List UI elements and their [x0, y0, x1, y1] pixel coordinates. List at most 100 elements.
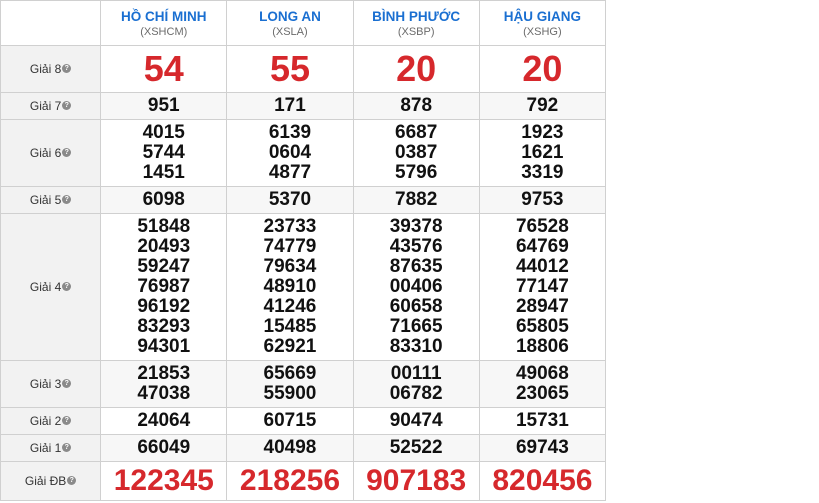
- prize-number: 39378: [389, 216, 443, 237]
- prize-numbers-cell: 55: [226, 45, 354, 93]
- prize-number: 06782: [389, 383, 443, 404]
- prize-number: 96192: [137, 296, 191, 317]
- prize-row: Giải 1? 66049 40498 52522 69743: [0, 434, 607, 462]
- prize-number: 0387: [395, 142, 438, 163]
- prize-number: 15485: [263, 316, 317, 337]
- prize-number: 65805: [515, 316, 569, 337]
- prize-number: 69743: [515, 437, 569, 458]
- question-circle-icon[interactable]: ?: [62, 64, 72, 74]
- prize-number: 6139: [268, 122, 312, 143]
- prize-label: Giải 2: [29, 414, 62, 428]
- prize-row: Giải 8? 54 55 20 20: [0, 45, 607, 93]
- prize-numbers-cell: 122345: [100, 461, 228, 501]
- question-circle-icon[interactable]: ?: [62, 379, 72, 389]
- prize-number: 51848: [137, 216, 191, 237]
- prize-number: 4015: [142, 122, 185, 143]
- prize-label: Giải 3: [29, 377, 62, 391]
- province-header[interactable]: BÌNH PHƯỚC (XSBP): [352, 0, 480, 46]
- province-name-link[interactable]: HỒ CHÍ MINH: [101, 8, 226, 25]
- question-circle-icon[interactable]: ?: [62, 195, 72, 205]
- prize-numbers-cell: 218256: [226, 461, 354, 501]
- prize-numbers-cell: 60715: [226, 407, 354, 435]
- prize-numbers-cell: 15731: [478, 407, 607, 435]
- prize-number: 28947: [515, 296, 569, 317]
- prize-number: 1451: [142, 162, 185, 183]
- question-circle-icon[interactable]: ?: [62, 148, 72, 158]
- prize-number: 792: [526, 95, 559, 116]
- prize-number: 71665: [389, 316, 443, 337]
- prize-label-cell: Giải 6?: [0, 119, 102, 187]
- province-header[interactable]: HẬU GIANG (XSHG): [478, 0, 607, 46]
- prize-row: Giải 7? 951 171 878 792: [0, 92, 607, 120]
- prize-number: 48910: [263, 276, 317, 297]
- prize-numbers-cell: 23733 74779 79634 48910 41246 15485 62921: [226, 213, 354, 361]
- prize-number: 878: [400, 95, 433, 116]
- prize-number: 5796: [395, 162, 438, 183]
- prize-numbers-cell: 66049: [100, 434, 228, 462]
- prize-numbers-cell: 907183: [352, 461, 480, 501]
- lottery-results-table: HỒ CHÍ MINH (XSHCM) LONG AN (XSLA) BÌNH …: [0, 0, 607, 501]
- prize-numbers-cell: 20: [352, 45, 480, 93]
- prize-number: 76528: [515, 216, 569, 237]
- question-circle-icon[interactable]: ?: [62, 101, 72, 111]
- prize-label-cell: Giải 7?: [0, 92, 102, 120]
- prize-number: 65669: [263, 363, 317, 384]
- prize-number: 55: [269, 48, 310, 89]
- question-circle-icon[interactable]: ?: [62, 416, 72, 426]
- prize-numbers-cell: 9753: [478, 186, 607, 214]
- prize-row: Giải 3? 21853 47038 65669 55900 00111 06782 490…: [0, 360, 607, 408]
- prize-numbers-cell: 792: [478, 92, 607, 120]
- prize-number: 79634: [263, 256, 317, 277]
- prize-number: 77147: [515, 276, 569, 297]
- prize-numbers-cell: 00111 06782: [352, 360, 480, 408]
- prize-label-cell: Giải ĐB?: [0, 461, 102, 501]
- prize-numbers-cell: 65669 55900: [226, 360, 354, 408]
- province-code: (XSHCM): [140, 25, 188, 38]
- prize-number: 52522: [389, 437, 443, 458]
- prize-numbers-cell: 21853 47038: [100, 360, 228, 408]
- prize-numbers-cell: 6139 0604 4877: [226, 119, 354, 187]
- prize-number: 90474: [389, 410, 443, 431]
- prize-number: 6687: [395, 122, 438, 143]
- question-circle-icon[interactable]: ?: [62, 282, 72, 292]
- prize-number: 218256: [239, 464, 341, 497]
- prize-numbers-cell: 820456: [478, 461, 607, 501]
- prize-label: Giải 6: [29, 146, 62, 160]
- province-name-link[interactable]: HẬU GIANG: [480, 8, 605, 25]
- prize-number: 44012: [515, 256, 569, 277]
- question-circle-icon[interactable]: ?: [62, 443, 72, 453]
- prize-number: 9753: [521, 189, 564, 210]
- question-circle-icon[interactable]: ?: [67, 476, 77, 486]
- province-header[interactable]: LONG AN (XSLA): [226, 0, 354, 46]
- prize-rows: Giải 8? 54 55 20 20 Giải 7? 951 171 878 792 Giải 6…: [0, 45, 607, 501]
- prize-numbers-cell: 69743: [478, 434, 607, 462]
- prize-numbers-cell: 20: [478, 45, 607, 93]
- prize-number: 20: [522, 48, 563, 89]
- province-name-link[interactable]: BÌNH PHƯỚC: [354, 8, 479, 25]
- prize-numbers-cell: 40498: [226, 434, 354, 462]
- province-header-row: HỒ CHÍ MINH (XSHCM) LONG AN (XSLA) BÌNH …: [0, 0, 607, 46]
- prize-numbers-cell: 878: [352, 92, 480, 120]
- prize-number: 1621: [521, 142, 564, 163]
- prize-number: 00111: [390, 363, 442, 384]
- prize-label: Giải 1: [29, 441, 62, 455]
- prize-number: 47038: [137, 383, 191, 404]
- province-header[interactable]: HỒ CHÍ MINH (XSHCM): [100, 0, 228, 46]
- prize-number: 62921: [263, 336, 317, 357]
- prize-number: 43576: [389, 236, 443, 257]
- prize-numbers-cell: 4015 5744 1451: [100, 119, 228, 187]
- prize-number: 7882: [395, 189, 438, 210]
- prize-label: Giải ĐB: [24, 474, 67, 488]
- prize-number: 24064: [137, 410, 191, 431]
- prize-numbers-cell: 51848 20493 59247 76987 96192 83293 94301: [100, 213, 228, 361]
- prize-numbers-cell: 951: [100, 92, 228, 120]
- prize-numbers-cell: 54: [100, 45, 228, 93]
- prize-numbers-cell: 171: [226, 92, 354, 120]
- prize-number: 20: [396, 48, 437, 89]
- province-code: (XSHG): [523, 25, 562, 38]
- prize-numbers-cell: 6687 0387 5796: [352, 119, 480, 187]
- prize-number: 76987: [137, 276, 191, 297]
- prize-number: 951: [147, 95, 180, 116]
- province-name-link[interactable]: LONG AN: [227, 8, 352, 25]
- prize-number: 60658: [389, 296, 443, 317]
